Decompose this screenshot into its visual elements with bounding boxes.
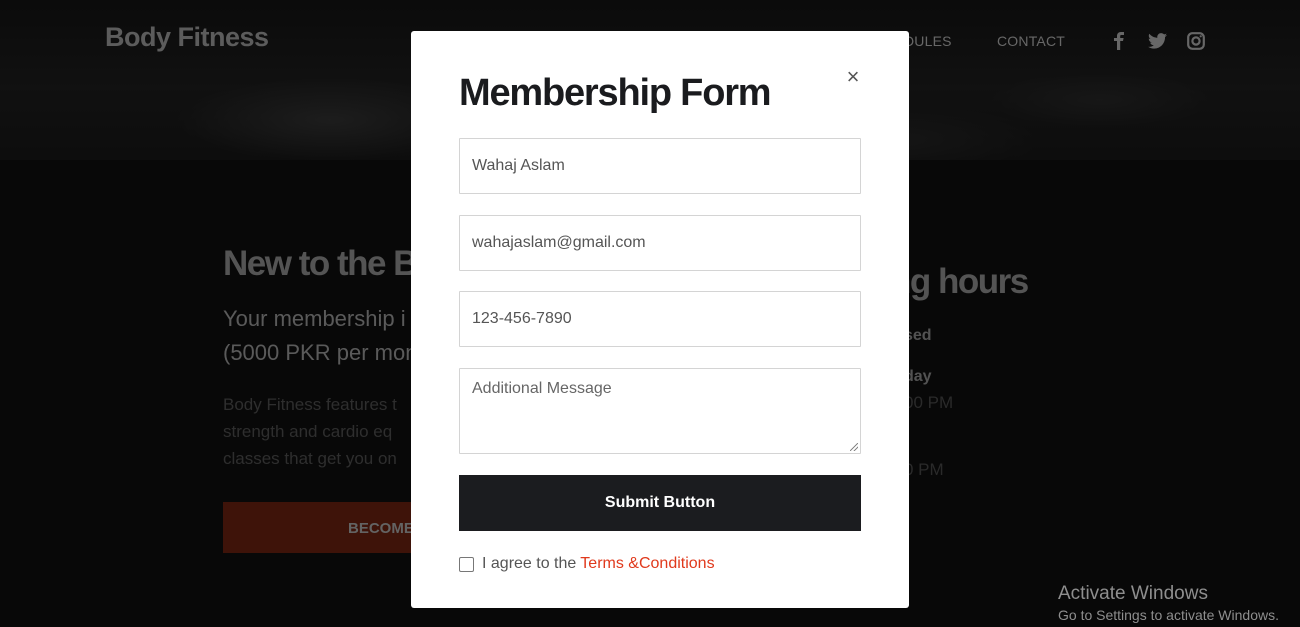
submit-button[interactable]: Submit Button: [459, 475, 861, 531]
name-field[interactable]: [459, 138, 861, 194]
email-input[interactable]: [460, 216, 860, 270]
name-input[interactable]: [460, 139, 860, 193]
resize-handle-icon[interactable]: [850, 443, 858, 451]
phone-field[interactable]: [459, 291, 861, 347]
message-field[interactable]: [459, 368, 861, 454]
terms-link[interactable]: Terms &Conditions: [580, 555, 714, 573]
membership-modal: Membership Form × Submit Button I agree …: [411, 31, 909, 608]
message-textarea[interactable]: [460, 369, 860, 453]
phone-input[interactable]: [460, 292, 860, 346]
email-field[interactable]: [459, 215, 861, 271]
activate-windows-title: Activate Windows: [1058, 583, 1208, 604]
terms-agreement: I agree to the Terms &Conditions: [459, 555, 715, 573]
close-icon[interactable]: ×: [844, 65, 862, 89]
agree-label: I agree to the: [482, 555, 577, 572]
activate-windows-subtitle: Go to Settings to activate Windows.: [1058, 607, 1279, 623]
agree-checkbox[interactable]: [459, 556, 474, 572]
modal-title: Membership Form: [459, 72, 772, 114]
